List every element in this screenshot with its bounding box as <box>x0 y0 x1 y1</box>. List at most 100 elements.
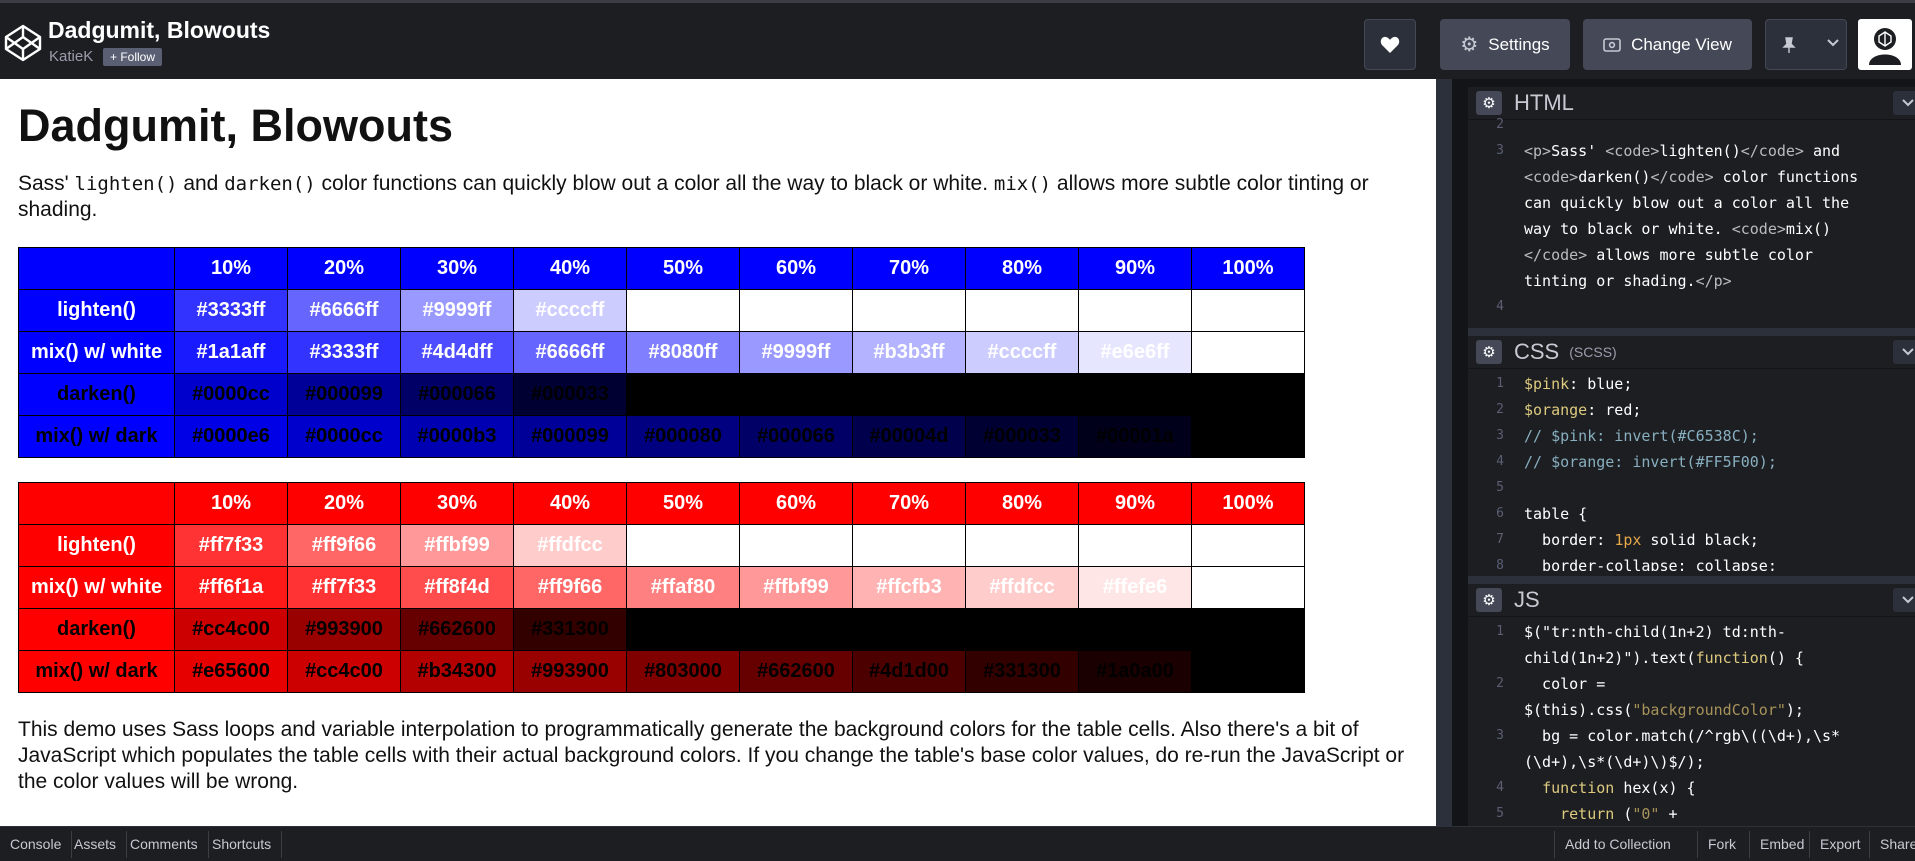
js-pane-header: ⚙ JS <box>1468 584 1915 617</box>
row-label-cell: mix() w/ dark <box>18 414 175 458</box>
color-cell: #0000cc <box>174 372 288 416</box>
pin-icon <box>1782 36 1796 53</box>
color-cell: #993900 <box>287 607 401 651</box>
page-heading: Dadgumit, Blowouts <box>18 100 453 151</box>
code-line: 3 // $pink: invert(#C6538C); <box>1496 423 1915 449</box>
color-cell: #000099 <box>513 414 627 458</box>
js-pane-chevron-icon[interactable] <box>1893 588 1915 612</box>
color-cell: #ffcfb3 <box>852 565 966 609</box>
line-number: 6 <box>1496 506 1504 521</box>
footer-embed-button[interactable]: Embed <box>1749 831 1814 858</box>
color-cell <box>1078 288 1192 332</box>
css-pane-chevron-icon[interactable] <box>1893 340 1915 364</box>
color-cell: #4d1d00 <box>852 649 966 693</box>
color-cell: #ff9f66 <box>513 565 627 609</box>
footer-shortcuts-button[interactable]: Shortcuts <box>202 831 283 858</box>
footer-share-button[interactable]: Share <box>1869 831 1915 858</box>
row-label-cell: darken() <box>18 607 175 651</box>
line-number: 3 <box>1496 728 1504 743</box>
code-line: 2 <box>1496 112 1915 138</box>
percent-header-cell: 80% <box>965 246 1079 290</box>
footer-add-to-collection-button[interactable]: Add to Collection <box>1554 831 1681 858</box>
percent-header-cell: 90% <box>1078 481 1192 525</box>
color-cell: #000033 <box>513 372 627 416</box>
footer-assets-button[interactable]: Assets <box>64 831 128 858</box>
percent-header-cell: 90% <box>1078 246 1192 290</box>
percent-header-cell: 50% <box>626 481 740 525</box>
code-line: </code> allows more subtle color <box>1524 242 1915 268</box>
code-line: <code>darken()</code> color functions <box>1524 164 1915 190</box>
code-text: return ("0" + <box>1560 805 1678 823</box>
pane-resize-handle[interactable] <box>1468 576 1915 584</box>
color-cell: #00001a <box>1078 414 1192 458</box>
js-settings-gear-icon[interactable]: ⚙ <box>1476 588 1502 612</box>
js-code-editor[interactable]: 1 $("tr:nth-child(1n+2) td:nth-child(1n+2… <box>1468 617 1915 825</box>
html-code-editor[interactable]: 2 3 <p>Sass' <code>lighten()</code> and <co… <box>1468 110 1915 320</box>
table-row: mix() w/ white #1a1aff #3333ff #4d4dff #6666… <box>18 330 1305 374</box>
color-cell: #cc4c00 <box>174 607 288 651</box>
footer-comments-button[interactable]: Comments <box>120 831 209 858</box>
color-cell <box>852 288 966 332</box>
footer-console-button[interactable]: Console <box>0 831 73 858</box>
code-line: 4 // $orange: invert(#FF5F00); <box>1496 449 1915 475</box>
percent-header-cell: 40% <box>513 481 627 525</box>
color-cell <box>626 607 740 651</box>
user-avatar[interactable] <box>1858 19 1912 70</box>
pen-author[interactable]: KatieK <box>49 48 93 65</box>
blue-color-table: 10% 20% 30% 40% 50% 60% 70% 80% 90% 100% lighten()… <box>18 246 1305 458</box>
top-bar: Dadgumit, Blowouts KatieK + Follow ⚙ Set… <box>0 0 1915 79</box>
row-label-cell: mix() w/ dark <box>18 649 175 693</box>
footer-export-button[interactable]: Export <box>1809 831 1870 858</box>
percent-header-cell: 30% <box>400 246 514 290</box>
heart-button[interactable] <box>1364 19 1416 70</box>
footer-fork-button[interactable]: Fork <box>1697 831 1746 858</box>
color-cell: #1a1aff <box>174 330 288 374</box>
code-text: tinting or shading.</p> <box>1524 272 1732 290</box>
percent-header-cell: 100% <box>1191 246 1305 290</box>
percent-header-cell: 20% <box>287 481 401 525</box>
code-line: 4 function hex(x) { <box>1496 775 1915 801</box>
result-preview: Dadgumit, Blowouts Sass' lighten() and d… <box>0 79 1436 826</box>
color-cell <box>852 607 966 651</box>
pin-dropdown-chevron-icon[interactable] <box>1826 34 1840 48</box>
line-number: 4 <box>1496 299 1504 314</box>
code-text: way to black or white. <code>mix() <box>1524 220 1832 238</box>
settings-button[interactable]: ⚙ Settings <box>1440 19 1570 70</box>
color-cell: #ffbf99 <box>739 565 853 609</box>
code-text: // $pink: invert(#C6538C); <box>1524 427 1759 445</box>
percent-header-cell: 10% <box>174 481 288 525</box>
follow-button[interactable]: + Follow <box>103 48 163 66</box>
percent-header-cell: 70% <box>852 481 966 525</box>
change-view-button[interactable]: Change View <box>1583 19 1752 70</box>
table-header-row: 10% 20% 30% 40% 50% 60% 70% 80% 90% 100% <box>18 246 1305 290</box>
css-settings-gear-icon[interactable]: ⚙ <box>1476 340 1502 364</box>
line-number: 2 <box>1496 676 1504 691</box>
color-cell: #ff8f4d <box>400 565 514 609</box>
code-text: $orange: red; <box>1524 401 1642 419</box>
code-line: 6 table { <box>1496 501 1915 527</box>
color-cell: #993900 <box>513 649 627 693</box>
pin-button[interactable] <box>1765 19 1847 70</box>
settings-label: Settings <box>1488 34 1550 54</box>
css-code-editor[interactable]: 1 $pink: blue; 2 $orange: red; 3 // $pink: in… <box>1468 369 1915 571</box>
percent-header-cell: 60% <box>739 481 853 525</box>
html-editor-pane: ⚙ HTML 2 3 <p>Sass' <code>lighten()</code>… <box>1468 87 1915 328</box>
color-cell: #ff6f1a <box>174 565 288 609</box>
color-cell <box>626 372 740 416</box>
css-editor-pane: ⚙ CSS (SCSS) 1 $pink: blue; 2 $orange: red;… <box>1468 336 1915 576</box>
percent-header-cell: 40% <box>513 246 627 290</box>
table-corner-cell <box>18 246 175 290</box>
color-cell <box>1078 372 1192 416</box>
percent-header-cell: 70% <box>852 246 966 290</box>
pen-title[interactable]: Dadgumit, Blowouts <box>48 17 270 44</box>
row-label-cell: mix() w/ white <box>18 565 175 609</box>
code-line: 4 <box>1496 294 1915 320</box>
css-preprocessor-label: (SCSS) <box>1569 344 1617 360</box>
color-cell: #4d4dff <box>400 330 514 374</box>
pane-resize-handle[interactable] <box>1468 328 1915 336</box>
color-cell <box>626 523 740 567</box>
code-line: 1 $pink: blue; <box>1496 371 1915 397</box>
codepen-logo-icon[interactable] <box>3 23 43 63</box>
change-view-label: Change View <box>1631 34 1732 54</box>
code-line: 2 $orange: red; <box>1496 397 1915 423</box>
